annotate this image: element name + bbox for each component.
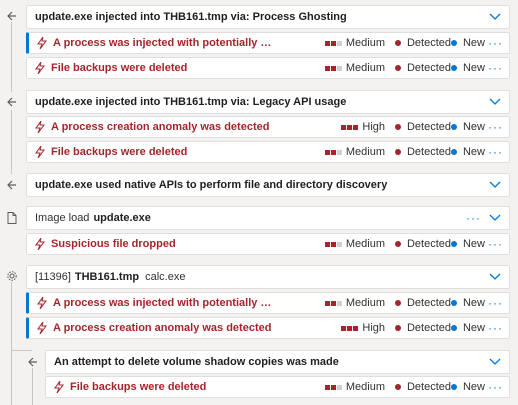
alert-state: New [450, 62, 485, 74]
detection-status: Detected [394, 146, 451, 158]
diamond-arrow-icon [6, 96, 18, 108]
file-icon [6, 212, 18, 224]
alert-row[interactable]: File backups were deleted Medium Detecte… [26, 141, 510, 163]
severity-bars-icon [324, 300, 342, 306]
alert-title[interactable]: A process was injected with potentially … [49, 37, 279, 49]
more-icon[interactable]: ··· [488, 145, 503, 159]
severity: High [341, 322, 385, 334]
detection-status: Detected [394, 322, 451, 334]
chevron-down-icon[interactable] [489, 13, 501, 21]
alert-title[interactable]: File backups were deleted [66, 381, 206, 393]
alert-title[interactable]: File backups were deleted [47, 62, 187, 74]
detection-status: Detected [394, 297, 451, 309]
gear-icon [6, 270, 18, 282]
chevron-down-icon[interactable] [489, 181, 501, 189]
group-header[interactable]: Image load update.exe ··· [26, 206, 510, 230]
group-header[interactable]: [11396] THB161.tmp calc.exe [26, 265, 510, 289]
diamond-arrow-icon [6, 10, 18, 22]
chevron-down-icon[interactable] [489, 358, 501, 366]
group-header[interactable]: update.exe used native APIs to perform f… [26, 173, 510, 197]
alert-title[interactable]: File backups were deleted [47, 146, 187, 158]
severity-bars-icon [324, 149, 342, 155]
alert-row[interactable]: A process was injected with potentially … [26, 32, 510, 54]
more-icon[interactable]: ··· [488, 120, 503, 134]
alert-state: New [450, 37, 485, 49]
process-parent: calc.exe [145, 271, 186, 283]
detection-status: Detected [394, 381, 451, 393]
tree-line [11, 282, 12, 405]
severity-bars-icon [324, 65, 342, 71]
more-icon[interactable]: ··· [488, 61, 503, 75]
chevron-down-icon[interactable] [489, 214, 501, 222]
detection-status: Detected [394, 121, 451, 133]
lightning-icon [35, 238, 47, 250]
alert-title[interactable]: A process creation anomaly was detected [49, 322, 271, 334]
alert-row[interactable]: A process creation anomaly was detected … [26, 317, 510, 339]
alert-row[interactable]: File backups were deleted Medium Detecte… [26, 57, 510, 79]
lightning-icon [35, 146, 47, 158]
lightning-icon [35, 121, 47, 133]
tree-line [32, 368, 33, 405]
tree-line [11, 22, 12, 92]
group-header[interactable]: An attempt to delete volume shadow copie… [45, 350, 510, 374]
more-icon[interactable]: ··· [488, 296, 503, 310]
group-header[interactable]: update.exe injected into THB161.tmp via:… [26, 5, 510, 29]
severity-bars-icon [324, 384, 342, 390]
group-header[interactable]: update.exe injected into THB161.tmp via:… [26, 90, 510, 114]
diamond-arrow-icon [6, 179, 18, 191]
more-icon[interactable]: ··· [488, 36, 503, 50]
severity: Medium [324, 37, 385, 49]
severity-bars-icon [324, 241, 342, 247]
lightning-icon [54, 381, 66, 393]
tree-line [11, 110, 12, 174]
alert-state: New [450, 121, 485, 133]
group-title: An attempt to delete volume shadow copie… [54, 356, 339, 368]
event-type: Image load [35, 212, 90, 224]
alert-row[interactable]: A process creation anomaly was detected … [26, 116, 510, 138]
severity: Medium [324, 238, 385, 250]
alert-state: New [450, 238, 485, 250]
more-icon[interactable]: ··· [488, 321, 503, 335]
severity-bars-icon [341, 325, 359, 331]
group-title: update.exe [93, 212, 151, 224]
alert-row[interactable]: A process was injected with potentially … [26, 292, 510, 314]
more-icon[interactable]: ··· [488, 380, 503, 394]
severity: Medium [324, 297, 385, 309]
severity: High [341, 121, 385, 133]
alert-title[interactable]: A process creation anomaly was detected [47, 121, 269, 133]
chevron-down-icon[interactable] [489, 273, 501, 281]
more-icon[interactable]: ··· [488, 237, 503, 251]
severity-bars-icon [341, 124, 359, 130]
alert-row[interactable]: Suspicious file dropped Medium Detected … [26, 233, 510, 255]
process-id: [11396] [35, 271, 71, 283]
chevron-down-icon[interactable] [489, 98, 501, 106]
alert-title[interactable]: Suspicious file dropped [47, 238, 176, 250]
group-title: update.exe used native APIs to perform f… [35, 179, 388, 191]
lightning-icon [37, 322, 49, 334]
alert-state: New [450, 297, 485, 309]
alert-state: New [450, 322, 485, 334]
alert-state: New [450, 381, 485, 393]
detection-status: Detected [394, 238, 451, 250]
lightning-icon [35, 62, 47, 74]
detection-status: Detected [394, 37, 451, 49]
alert-row[interactable]: File backups were deleted Medium Detecte… [45, 376, 510, 398]
alert-title[interactable]: A process was injected with potentially … [49, 297, 279, 309]
lightning-icon [37, 297, 49, 309]
alert-state: New [450, 146, 485, 158]
severity: Medium [324, 381, 385, 393]
detection-status: Detected [394, 62, 451, 74]
group-title: update.exe injected into THB161.tmp via:… [35, 96, 347, 108]
diamond-arrow-icon [27, 356, 39, 368]
severity: Medium [324, 146, 385, 158]
group-title: update.exe injected into THB161.tmp via:… [35, 11, 347, 23]
lightning-icon [37, 37, 49, 49]
group-title: THB161.tmp [74, 271, 140, 283]
severity-bars-icon [324, 40, 342, 46]
tree-line [11, 350, 32, 351]
severity: Medium [324, 62, 385, 74]
more-icon[interactable]: ··· [466, 211, 481, 225]
